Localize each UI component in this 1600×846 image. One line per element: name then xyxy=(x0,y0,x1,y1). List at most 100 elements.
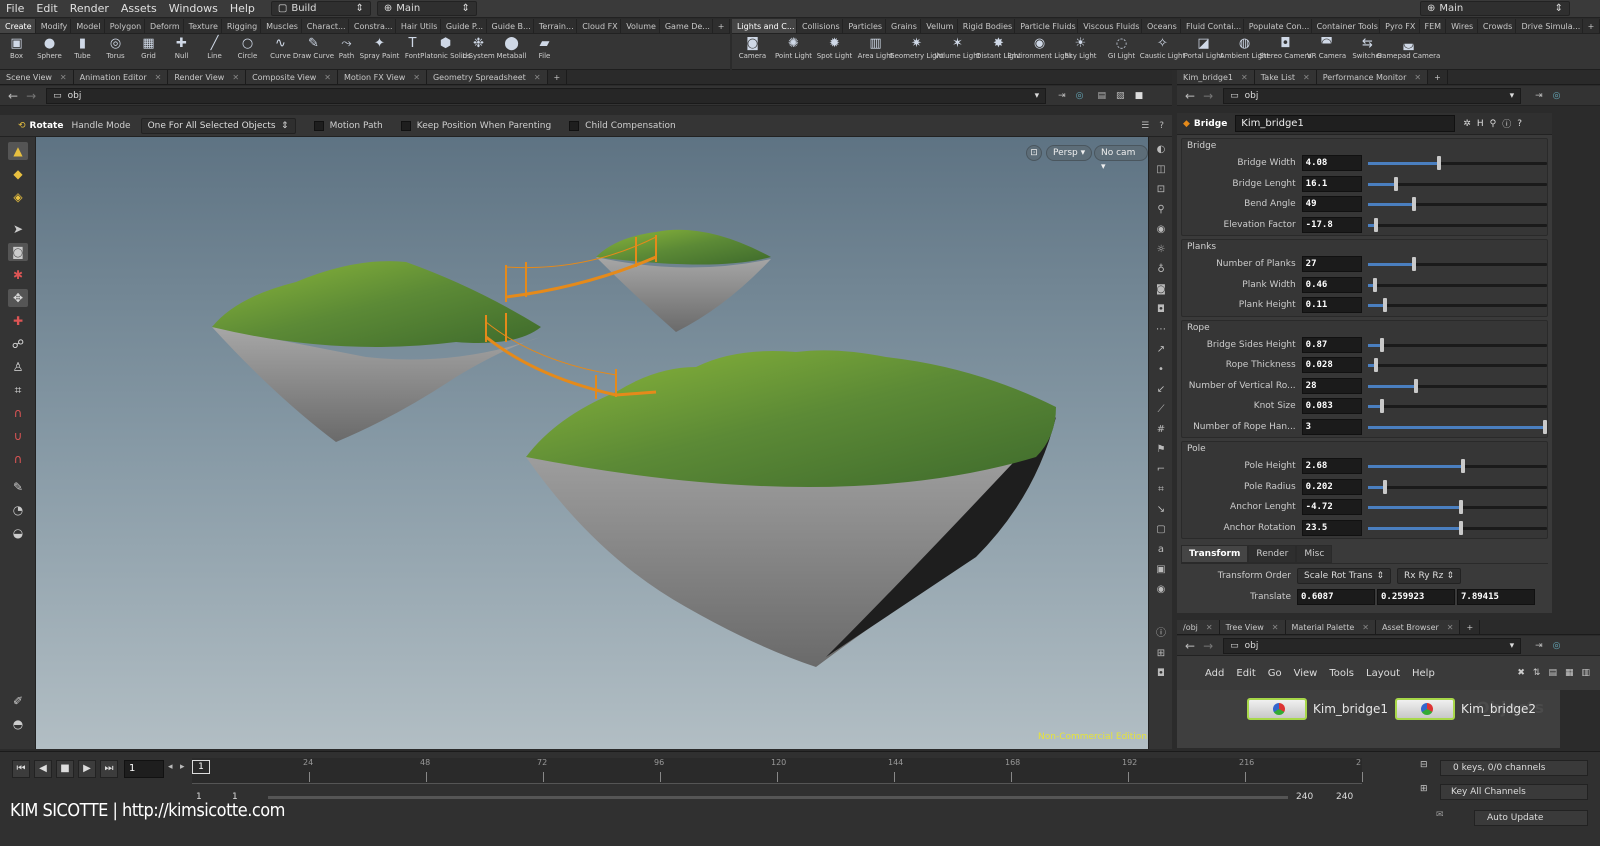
table-icon[interactable]: ▤ xyxy=(1548,668,1557,678)
eye-icon[interactable]: ◉ xyxy=(1154,583,1168,597)
pane-tab-geometry-spreadsheet[interactable]: Geometry Spreadsheet ✕ xyxy=(426,70,548,84)
stop-button[interactable]: ■ xyxy=(56,760,74,778)
shelf-tab-lights-and-c[interactable]: Lights and C... xyxy=(732,19,797,33)
shelf-tab-populate-con[interactable]: Populate Con... xyxy=(1244,19,1312,33)
current-frame-field[interactable]: 1 xyxy=(124,760,164,778)
camera-display-icon[interactable]: ◙ xyxy=(1154,283,1168,297)
node-name-field[interactable]: Kim_bridge1 xyxy=(1235,115,1456,132)
shelf-tab-vellum[interactable]: Vellum xyxy=(921,19,958,33)
menu-render[interactable]: Render xyxy=(64,0,115,18)
vector-icon[interactable]: ↙ xyxy=(1154,383,1168,397)
param-value-field[interactable]: 0.202 xyxy=(1301,478,1362,495)
pane-tab-material-palette[interactable]: Material Palette ✕ xyxy=(1285,620,1376,634)
link-icon[interactable]: ◎ xyxy=(1076,91,1084,101)
param-slider[interactable] xyxy=(1367,217,1547,233)
render-region-icon[interactable]: ◒ xyxy=(8,524,28,542)
add-pane-tab-icon[interactable]: + xyxy=(548,70,568,84)
info-icon[interactable]: ⓘ xyxy=(1502,117,1511,130)
play-reverse-button[interactable]: ◀ xyxy=(34,760,52,778)
menu-windows[interactable]: Windows xyxy=(163,0,224,18)
param-value-field[interactable]: 3 xyxy=(1301,418,1362,435)
close-icon[interactable]: ✕ xyxy=(534,73,541,82)
display-icon[interactable]: ▧ xyxy=(1116,91,1125,101)
pin-display-icon[interactable]: ⚲ xyxy=(1154,203,1168,217)
list-view-icon[interactable]: ▥ xyxy=(1581,668,1590,678)
pane-tab-performance-monitor[interactable]: Performance Monitor ✕ xyxy=(1316,70,1429,84)
network-menu-add[interactable]: Add xyxy=(1205,668,1224,679)
rotation-order-dropdown[interactable]: Rx Ry Rz ⇕ xyxy=(1397,568,1461,585)
slider-handle[interactable] xyxy=(1412,257,1417,272)
pin-icon[interactable]: ⇥ xyxy=(1058,91,1066,101)
param-slider[interactable] xyxy=(1367,337,1547,353)
param-slider[interactable] xyxy=(1367,256,1547,272)
render-icon[interactable]: ◘ xyxy=(1154,303,1168,317)
handle-tool-icon[interactable]: ✥ xyxy=(8,289,28,307)
shelf-tab-wires[interactable]: Wires xyxy=(1446,19,1478,33)
shelf-tab-model[interactable]: Model xyxy=(71,19,105,33)
shelf-tab-create[interactable]: Create xyxy=(0,19,36,33)
xform-tab-render[interactable]: Render xyxy=(1248,545,1297,563)
rotate-handle-icon[interactable]: ✚ xyxy=(8,312,28,330)
add-tab-icon[interactable]: + xyxy=(1583,19,1600,33)
step-forward-icon[interactable]: ▸ xyxy=(180,762,185,772)
param-slider[interactable] xyxy=(1367,479,1547,495)
pane-tab-motion-fx-view[interactable]: Motion FX View ✕ xyxy=(338,70,427,84)
tool-environment-light[interactable]: ◉ Environment Light xyxy=(1007,34,1071,70)
slider-handle[interactable] xyxy=(1412,197,1417,212)
help-icon[interactable]: ? xyxy=(1517,119,1522,129)
normals-icon[interactable]: ↗ xyxy=(1154,343,1168,357)
param-value-field[interactable]: 0.11 xyxy=(1301,297,1362,314)
menu-help[interactable]: Help xyxy=(224,0,261,18)
view-icon[interactable]: ◐ xyxy=(1154,143,1168,157)
shelf-tab-polygon[interactable]: Polygon xyxy=(105,19,145,33)
param-value-field[interactable]: 28 xyxy=(1301,377,1362,394)
tool-caustic-light[interactable]: ✧ Caustic Light xyxy=(1140,34,1186,70)
tool-vr-camera[interactable]: ◚ VR Camera xyxy=(1306,34,1347,70)
shelf-tab-hair-utils[interactable]: Hair Utils xyxy=(396,19,441,33)
paint-icon[interactable]: ✐ xyxy=(8,692,28,710)
jump-start-button[interactable]: ⏮ xyxy=(12,760,30,778)
shelf-tab-oceans[interactable]: Oceans xyxy=(1142,19,1181,33)
tool-draw-curve[interactable]: ✎ Draw Curve xyxy=(293,34,334,70)
hda-icon[interactable]: H xyxy=(1477,119,1484,129)
param-value-field[interactable]: -17.8 xyxy=(1301,216,1362,233)
close-icon[interactable]: ✕ xyxy=(1362,623,1369,632)
quad-view-icon[interactable]: ⊞ xyxy=(1154,647,1168,661)
right-context-selector[interactable]: ⊕ Main ⇕ xyxy=(1420,1,1570,16)
tool-l-system[interactable]: ❉ L-System xyxy=(462,34,495,70)
shelf-tab-guide-b[interactable]: Guide B... xyxy=(487,19,534,33)
tool-spot-light[interactable]: ✹ Spot Light xyxy=(814,34,855,70)
brush-icon[interactable]: ✎ xyxy=(8,478,28,496)
tool-sky-light[interactable]: ☀ Sky Light xyxy=(1060,34,1101,70)
tool-null[interactable]: ✚ Null xyxy=(165,34,198,70)
shelf-tab-fem[interactable]: FEM xyxy=(1420,19,1447,33)
snap-grid-icon[interactable]: ∩ xyxy=(8,450,28,468)
menu-assets[interactable]: Assets xyxy=(115,0,163,18)
param-slider[interactable] xyxy=(1367,155,1547,171)
shelf-tab-guide-p[interactable]: Guide P... xyxy=(441,19,487,33)
info-icon[interactable]: ⓘ xyxy=(1154,627,1168,641)
menu-file[interactable]: File xyxy=(0,0,30,18)
param-slider[interactable] xyxy=(1367,176,1547,192)
range-end2-field[interactable]: 240 xyxy=(1336,792,1353,802)
frame-icon[interactable]: ▣ xyxy=(1154,563,1168,577)
param-slider[interactable] xyxy=(1367,520,1547,536)
close-icon[interactable]: ✕ xyxy=(60,73,67,82)
shelf-tab-game-de[interactable]: Game De... xyxy=(660,19,713,33)
node-kim-bridge2[interactable] xyxy=(1395,698,1455,720)
slider-handle[interactable] xyxy=(1458,520,1463,535)
shelf-tab-particle-fluids[interactable]: Particle Fluids xyxy=(1015,19,1079,33)
context-selector[interactable]: ⊕ Main ⇕ xyxy=(376,1,477,16)
slider-handle[interactable] xyxy=(1394,176,1399,191)
shelf-tab-particles[interactable]: Particles xyxy=(843,19,887,33)
param-value-field[interactable]: 0.46 xyxy=(1301,276,1362,293)
scene-viewport[interactable]: ⊡ Persp ▾ No cam ▾ Non-Commercial Editio… xyxy=(36,137,1148,749)
tool-box[interactable]: ▣ Box xyxy=(0,34,33,70)
menu-edit[interactable]: Edit xyxy=(30,0,63,18)
param-value-field[interactable]: 2.68 xyxy=(1301,458,1362,475)
grid-display-icon[interactable]: ⌗ xyxy=(1154,483,1168,497)
frame-marker[interactable]: 1 xyxy=(192,760,210,774)
tool-circle[interactable]: ○ Circle xyxy=(231,34,264,70)
network-menu-edit[interactable]: Edit xyxy=(1236,668,1255,679)
snap-icon[interactable]: ∪ xyxy=(8,427,28,445)
